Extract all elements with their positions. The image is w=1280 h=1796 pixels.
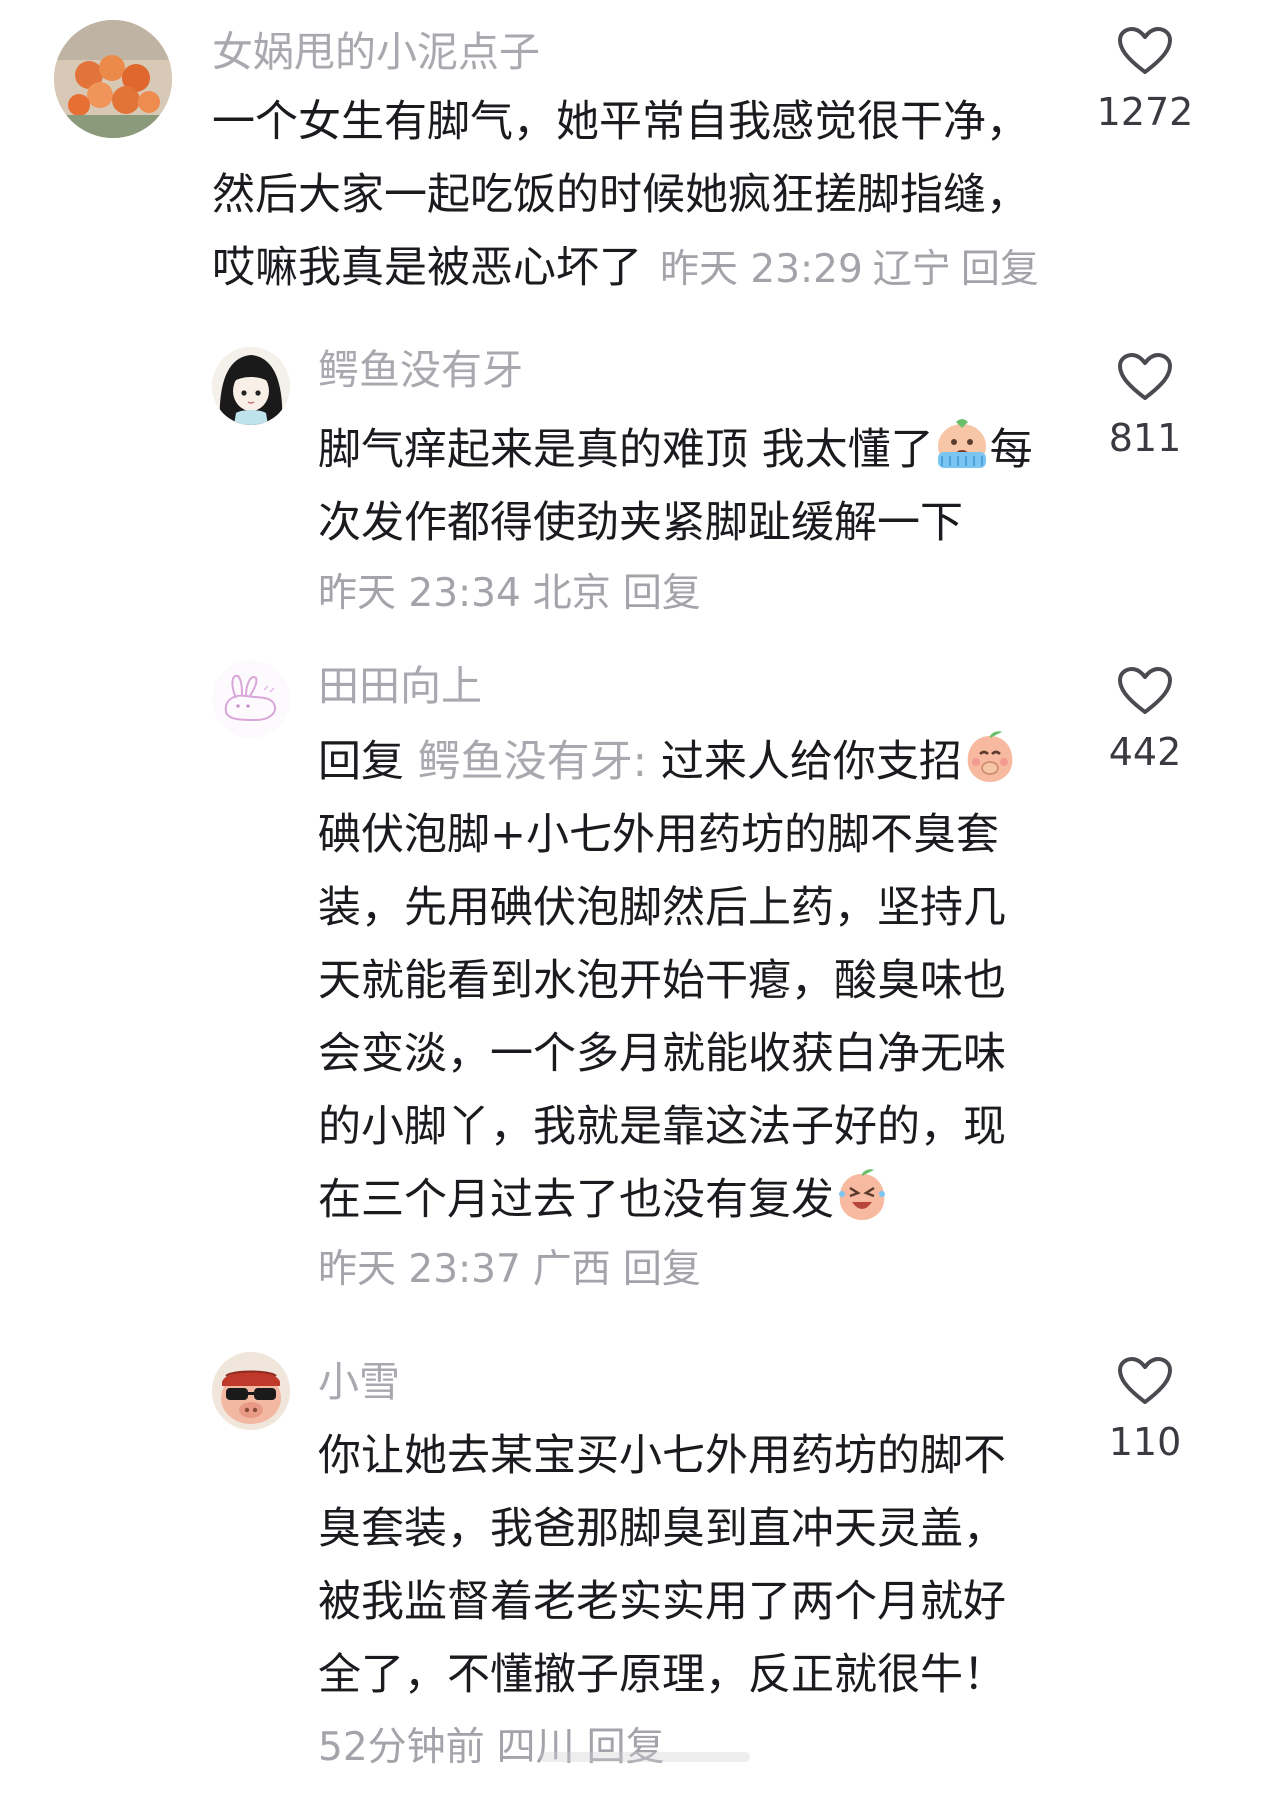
comment-text-segment: 在三个月过去了也没有复发	[318, 1175, 834, 1225]
comment-text-line: 会变淡，一个多月就能收获白净无味	[318, 1029, 1006, 1079]
reply-target-username[interactable]: 鳄鱼没有牙:	[418, 737, 648, 787]
pig-sunglasses-avatar-icon	[212, 1352, 290, 1430]
comment-text-line: 的小脚丫，我就是靠这法子好的，现	[318, 1102, 1006, 1152]
comment-text-segment: 脚气痒起来是真的难顶 我太懂了	[318, 425, 934, 475]
like-button[interactable]: 110	[1080, 1356, 1210, 1464]
comment-meta: 昨天 23:34 北京 回复	[318, 568, 713, 620]
like-button[interactable]: 1272	[1080, 26, 1210, 134]
heart-icon	[1118, 27, 1172, 74]
user-avatar[interactable]	[54, 20, 172, 138]
crying-emoji-icon	[937, 419, 986, 468]
like-count: 811	[1108, 416, 1182, 460]
reply-button[interactable]: 回复	[623, 1247, 701, 1292]
comment-page: { "comments": [ { "username": "女娲甩的小泥点子"…	[0, 0, 1280, 1796]
comment-text-segment: 哎嘛我真是被恶心坏了	[212, 243, 642, 293]
like-count: 110	[1108, 1420, 1182, 1464]
comment-username[interactable]: 女娲甩的小泥点子	[212, 26, 540, 78]
reply-button[interactable]: 回复	[623, 571, 701, 616]
comment-text: 脚气痒起来是真的难顶 我太懂了 每 次发作都得使劲夹紧脚趾缓解一下	[318, 414, 1033, 560]
comment-text-line: 天就能看到水泡开始干瘪，酸臭味也	[318, 956, 1006, 1006]
comment-time: 昨天 23:29	[660, 247, 863, 292]
reply-button[interactable]: 回复	[961, 247, 1039, 292]
comment-text-line: 次发作都得使劲夹紧脚趾缓解一下	[318, 498, 963, 548]
comment-text: 一个女生有脚气，她平常自我感觉很干净， 然后大家一起吃饭的时候她疯狂搓脚指缝， …	[212, 86, 1049, 306]
comment-meta: 昨天 23:37 广西 回复	[318, 1244, 713, 1296]
comment-time: 昨天 23:34	[318, 571, 521, 616]
comment-text-line: 全了，不懂撤子原理，反正就很牛！	[318, 1650, 1006, 1700]
reply-prefix: 回复	[318, 737, 404, 787]
comment-text: 回复 鳄鱼没有牙: 过来人给你支招 碘伏泡脚+小七外用药坊的脚不臭套 装，先用碘…	[318, 726, 1018, 1237]
comment-text-line: 然后大家一起吃饭的时候她疯狂搓脚指缝，	[212, 170, 1029, 220]
like-button[interactable]: 442	[1080, 666, 1210, 774]
user-avatar[interactable]	[212, 660, 290, 738]
comment-text-line: 臭套装，我爸那脚臭到直冲天灵盖，	[318, 1504, 1006, 1554]
comment-text-segment: 每	[989, 425, 1033, 475]
comment-text-line: 装，先用碘伏泡脚然后上药，坚持几	[318, 883, 1006, 933]
heart-icon	[1118, 667, 1172, 714]
heart-icon	[1118, 1357, 1172, 1404]
comment-text-line: 被我监督着老老实实用了两个月就好	[318, 1577, 1006, 1627]
comment-text-line: 回复 鳄鱼没有牙: 过来人给你支招	[318, 726, 1018, 799]
comment-username[interactable]: 小雪	[318, 1356, 400, 1408]
like-button[interactable]: 811	[1080, 352, 1210, 460]
comment-username[interactable]: 田田向上	[318, 660, 482, 712]
comment-text-line: 在三个月过去了也没有复发	[318, 1164, 1018, 1237]
peach-shy-emoji-icon	[967, 731, 1013, 782]
like-count: 442	[1108, 730, 1182, 774]
comment-text-line: 一个女生有脚气，她平常自我感觉很干净，	[212, 97, 1029, 147]
comment-username[interactable]: 鳄鱼没有牙	[318, 344, 523, 396]
watermark-icon	[540, 1752, 750, 1762]
comment-location: 北京	[532, 571, 611, 616]
anime-girl-avatar-icon	[212, 347, 290, 425]
comment-text: 你让她去某宝买小七外用药坊的脚不 臭套装，我爸那脚臭到直冲天灵盖， 被我监督着老…	[318, 1420, 1006, 1712]
comment-location: 辽宁	[872, 247, 951, 292]
comment-text-line: 脚气痒起来是真的难顶 我太懂了 每	[318, 414, 1033, 487]
comment-time: 52分钟前	[318, 1725, 485, 1770]
comment-location: 广西	[532, 1247, 611, 1292]
comment-time: 昨天 23:37	[318, 1247, 521, 1292]
bunny-sketch-avatar-icon	[212, 660, 290, 738]
user-avatar[interactable]	[212, 347, 290, 425]
like-count: 1272	[1096, 90, 1194, 134]
comment-text-line: 你让她去某宝买小七外用药坊的脚不	[318, 1431, 1006, 1481]
comment-text-line: 哎嘛我真是被恶心坏了 昨天 23:29 辽宁 回复	[212, 232, 1049, 306]
comment-meta: 昨天 23:29 辽宁 回复	[660, 247, 1049, 292]
heart-icon	[1118, 353, 1172, 400]
flowers-avatar-icon	[54, 20, 172, 138]
peach-laugh-emoji-icon	[839, 1169, 885, 1220]
user-avatar[interactable]	[212, 1352, 290, 1430]
comment-text-line: 碘伏泡脚+小七外用药坊的脚不臭套	[318, 810, 1000, 860]
comment-text-segment: 过来人给你支招	[660, 737, 962, 787]
